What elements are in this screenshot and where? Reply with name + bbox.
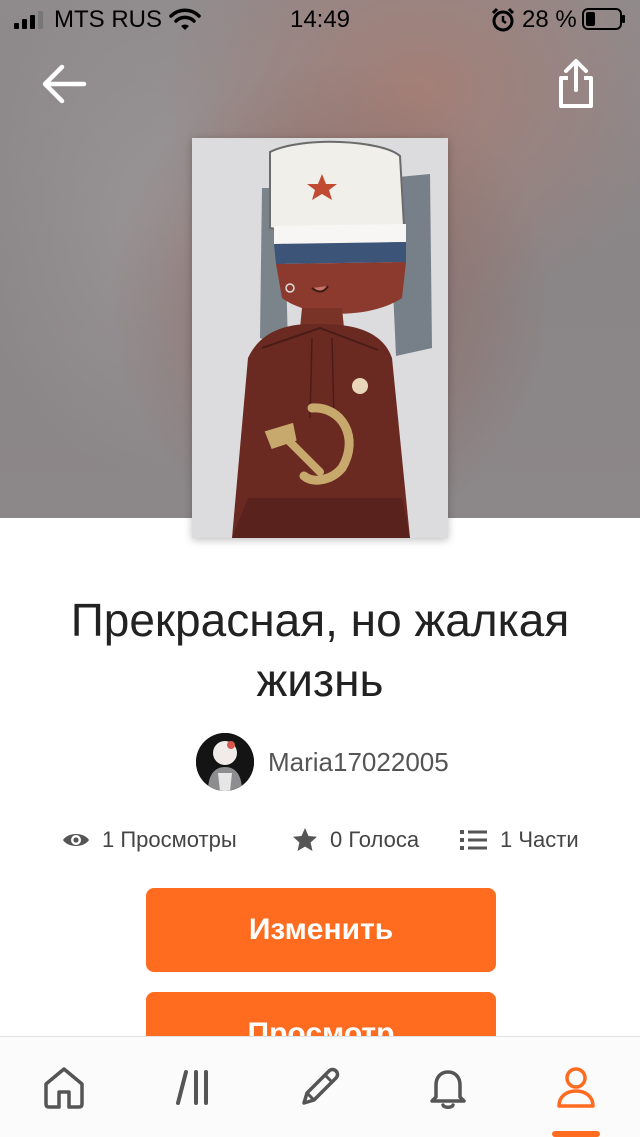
parts-stat: 1 Части (460, 820, 579, 860)
pencil-icon (302, 1067, 340, 1105)
story-title: Прекрасная, но жалкая жизнь (70, 594, 570, 706)
home-icon (44, 1067, 84, 1109)
share-button[interactable] (548, 56, 604, 112)
avatar[interactable] (196, 733, 254, 791)
star-icon (292, 827, 318, 853)
story-cover-image[interactable] (192, 138, 448, 538)
edit-button[interactable]: Изменить (146, 888, 496, 972)
tab-write[interactable] (290, 1059, 350, 1115)
library-icon (176, 1070, 208, 1105)
votes-count: 0 Голоса (330, 827, 420, 852)
parts-count: 1 Части (500, 827, 579, 852)
views-stat: 1 Просмотры (62, 820, 237, 860)
status-bar: MTS RUS 14:49 28 % (0, 0, 640, 40)
views-count: 1 Просмотры (102, 827, 237, 852)
battery-percent: 28 % (522, 6, 577, 33)
arrow-left-icon (42, 64, 87, 104)
eye-icon (62, 830, 90, 850)
tab-library[interactable] (164, 1059, 224, 1115)
battery-icon (582, 8, 625, 30)
story-stats: 1 Просмотры 0 Голоса 1 Части (0, 820, 640, 860)
share-icon (559, 59, 593, 108)
cover-illustration (192, 138, 448, 538)
alarm-icon (491, 7, 515, 32)
tab-notifications[interactable] (418, 1059, 478, 1115)
bottom-tab-bar (0, 1036, 640, 1137)
profile-icon (557, 1067, 595, 1108)
tab-profile[interactable] (546, 1059, 606, 1115)
author-link[interactable]: Maria17022005 (196, 733, 449, 791)
author-name: Maria17022005 (268, 746, 449, 777)
back-button[interactable] (36, 56, 92, 112)
bell-icon (430, 1070, 466, 1109)
tab-home[interactable] (34, 1059, 94, 1115)
list-icon (460, 829, 488, 851)
votes-stat: 0 Голоса (292, 820, 419, 860)
active-tab-indicator (552, 1131, 600, 1137)
